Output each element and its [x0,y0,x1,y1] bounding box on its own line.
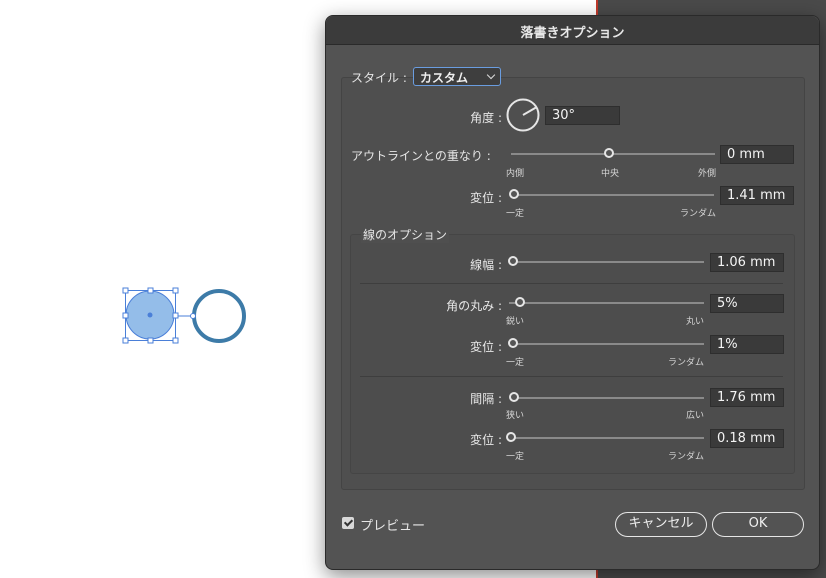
path-overlap-field[interactable]: 0 mm [720,145,794,164]
overlap-variation-field[interactable]: 1.41 mm [720,186,794,205]
curviness-min-label: 鋭い [506,317,525,327]
angle-field[interactable]: 30° [545,106,620,125]
curviness-slider[interactable] [515,297,525,307]
angle-dial[interactable] [506,98,540,132]
spacing-label: 間隔 : [470,392,502,406]
checkmark-icon [343,517,353,527]
scribble-options-dialog: 落書きオプション スタイル : カスタム 角度 : 30° アウトラインとの重な… [325,15,820,570]
ok-button[interactable]: OK [712,512,804,537]
curviness-label: 角の丸み : [446,299,502,313]
overlap-variation-max-label: ランダム [679,209,716,219]
stroke-width-label: 線幅 : [470,258,502,272]
curviness-max-label: 丸い [685,317,704,327]
curviness-variation-label: 変位 : [470,340,502,354]
style-select-value: カスタム [420,71,469,85]
spacing-track [514,397,704,399]
chevron-down-icon [486,70,496,80]
spacing-max-label: 広い [685,411,704,421]
curviness-variation-max-label: ランダム [667,358,704,368]
path-overlap-mid-label: 中央 [600,169,619,179]
center-point [147,312,153,318]
overlap-variation-slider[interactable] [509,189,519,199]
spacing-slider[interactable] [509,392,519,402]
style-label: スタイル : [351,71,407,85]
overlap-variation-min-label: 一定 [506,209,525,219]
separator [360,376,783,377]
path-overlap-min-label: 内側 [506,169,525,179]
style-select[interactable]: カスタム [413,67,501,86]
curviness-track [509,302,704,304]
overlap-variation-track [514,194,714,196]
curviness-variation-track [514,343,704,345]
stroke-width-field[interactable]: 1.06 mm [710,253,784,272]
line-options-title: 線のオプション [361,226,450,243]
spacing-variation-label: 変位 : [470,433,502,447]
overlap-variation-label: 変位 : [470,191,502,205]
curviness-field[interactable]: 5% [710,294,784,313]
dialog-title: 落書きオプション [520,26,625,41]
curviness-variation-min-label: 一定 [506,358,525,368]
spacing-variation-slider[interactable] [506,432,516,442]
stroke-width-slider[interactable] [508,256,518,266]
spacing-min-label: 狭い [506,411,525,421]
spacing-variation-min-label: 一定 [506,452,525,462]
cancel-button[interactable]: キャンセル [615,512,707,537]
spacing-variation-track [509,437,704,439]
dialog-titlebar[interactable]: 落書きオプション [326,16,819,45]
preview-checkbox[interactable] [342,517,354,529]
path-overlap-slider[interactable] [604,148,614,158]
curviness-variation-field[interactable]: 1% [710,335,784,354]
spacing-variation-max-label: ランダム [667,452,704,462]
preview-label[interactable]: プレビュー [360,515,425,534]
scribble-circle [192,289,246,343]
separator [360,283,783,284]
stroke-width-track [514,261,704,263]
curviness-variation-slider[interactable] [508,338,518,348]
angle-label: 角度 : [470,111,502,125]
spacing-field[interactable]: 1.76 mm [710,388,784,407]
path-overlap-label: アウトラインとの重なり : [351,149,491,163]
path-overlap-max-label: 外側 [697,169,716,179]
spacing-variation-field[interactable]: 0.18 mm [710,429,784,448]
artwork-group[interactable] [120,285,250,347]
